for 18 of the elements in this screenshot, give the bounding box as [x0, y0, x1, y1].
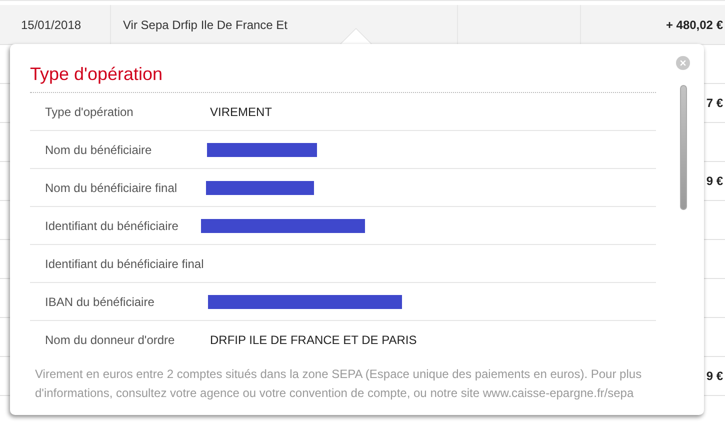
- amount-text: 9 €: [706, 369, 723, 383]
- amount-text: + 480,02 €: [666, 18, 723, 32]
- close-icon[interactable]: [676, 56, 690, 70]
- date-text: 15/01/2018: [21, 18, 82, 32]
- transaction-label: Vir Sepa Drfip Ile De France Et: [123, 18, 288, 32]
- field-value: DRFIP ILE DE FRANCE ET DE PARIS: [210, 332, 417, 346]
- field-label: Identifiant du bénéficiaire final: [44, 256, 205, 270]
- popup-title: Type d'opération: [30, 63, 163, 86]
- field-label: Identifiant du bénéficiaire: [44, 218, 180, 232]
- field-label: Nom du bénéficiaire final: [44, 180, 178, 194]
- field-label: IBAN du bénéficiaire: [44, 294, 156, 308]
- field-value: VIREMENT: [210, 104, 272, 118]
- amount-text: 7 €: [706, 96, 723, 110]
- field-label: Nom du bénéficiaire: [44, 142, 153, 156]
- field-label: Nom du donneur d'ordre: [44, 332, 176, 346]
- field-label: Type d'opération: [44, 104, 134, 118]
- info-note: Virement en euros entre 2 comptes situés dans la zone SEPA (Espace unique des paiements en euros). Pour plus d'informations, consultez votre agence ou votre convention de compte, ou notre site www.caisse-epargne.fr/sepa: [35, 366, 643, 402]
- amount-text: 9 €: [706, 174, 723, 188]
